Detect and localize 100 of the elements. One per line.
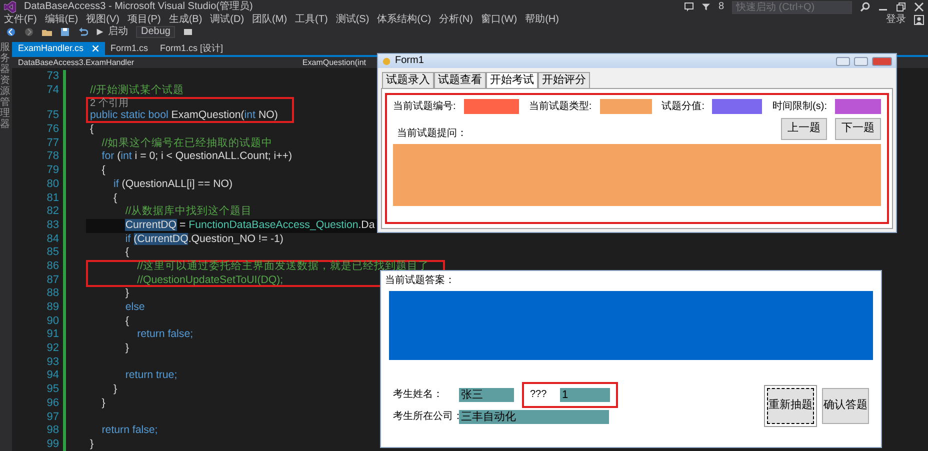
form-tab[interactable]: 试题录入 — [382, 72, 434, 88]
code-line: { — [90, 123, 94, 137]
text-field[interactable]: 三丰自动化 — [459, 410, 609, 424]
menu-item[interactable]: 编辑(E) — [44, 14, 78, 26]
notification-count: 8 — [718, 1, 724, 13]
menu-item[interactable]: 帮助(H) — [525, 14, 559, 26]
forward-icon[interactable] — [24, 27, 34, 37]
menu-item[interactable]: 体系结构(C) — [377, 14, 432, 26]
line-number: 90 — [46, 314, 60, 328]
line-number: 75 — [46, 109, 60, 124]
form-icon — [382, 56, 391, 66]
code-line: //这里可以通过委托给主界面发送数据，就是已经找到题目了 — [136, 260, 429, 274]
line-number: 84 — [46, 232, 60, 246]
code-line: //QuestionUpdateSetToUI(DQ); — [136, 274, 284, 288]
code-line: //从数据库中找到这个题目 — [124, 205, 252, 219]
code-line: for (int i = 0; i < QuestionALL.Count; i++) — [100, 150, 292, 164]
code-line: } — [112, 383, 118, 397]
reference-count[interactable]: 2 个引用 — [90, 99, 128, 110]
menu-item[interactable]: 团队(M) — [252, 14, 288, 26]
menu-item[interactable]: 视图(V) — [86, 14, 120, 26]
member-dropdown[interactable]: ExamQuestion(int — [302, 57, 366, 68]
feedback-icon[interactable] — [684, 2, 694, 12]
menu-item[interactable]: 调试(D) — [210, 14, 244, 26]
code-line: { — [112, 192, 118, 206]
side-panel-tab[interactable]: 服务器资源管理器 — [0, 42, 10, 130]
field-label: 考生所在公司： — [393, 410, 459, 422]
line-number: 98 — [46, 424, 60, 438]
close-button[interactable] — [872, 56, 892, 66]
start-button[interactable]: 启动 — [96, 26, 128, 38]
line-number: 93 — [46, 356, 60, 370]
menu-item[interactable]: 分析(N) — [439, 14, 473, 26]
close-icon[interactable] — [914, 2, 924, 12]
code-line: { — [100, 164, 106, 178]
menu-item[interactable]: 工具(T) — [295, 14, 328, 26]
text-field[interactable]: 张三 — [459, 388, 514, 402]
form-button[interactable]: 确认答题 — [822, 388, 869, 424]
menu-item[interactable]: 项目(P) — [127, 14, 161, 26]
menu-item[interactable]: 窗口(W) — [480, 14, 518, 26]
document-tab[interactable]: Form1.cs [设计] — [154, 42, 230, 55]
line-number: 99 — [46, 438, 60, 451]
form-tab[interactable]: 试题查看 — [434, 72, 486, 88]
code-line: CurrentDQ = FunctionDataBaseAccess_Question.Da — [124, 218, 375, 233]
code-line: } — [124, 342, 129, 356]
form-tab[interactable]: 开始评分 — [538, 72, 590, 88]
menu-item[interactable]: 文件(F) — [4, 14, 37, 26]
line-number: 80 — [46, 178, 60, 192]
field-label: 当前试题答案： — [385, 275, 456, 287]
play-icon — [96, 27, 104, 37]
nav-button[interactable]: 下一题 — [835, 118, 881, 140]
field-label: ??? — [530, 388, 548, 400]
code-line: public static bool ExamQuestion(int NO) — [90, 109, 278, 124]
visual-studio-logo-icon — [4, 1, 16, 13]
line-number: 94 — [46, 369, 60, 384]
code-line: } — [124, 287, 129, 301]
menu-item[interactable]: 生成(B) — [168, 14, 202, 26]
document-tab[interactable]: Form1.cs — [104, 42, 154, 55]
toolbar-icon[interactable] — [183, 27, 194, 37]
line-number: 82 — [46, 205, 60, 219]
filter-icon[interactable] — [702, 2, 710, 12]
field-label: 试题分值: — [662, 100, 704, 112]
search-icon[interactable] — [860, 2, 870, 12]
field-label: 当前试题提问： — [397, 128, 468, 140]
sign-in-link[interactable]: 登录 — [886, 14, 906, 26]
restore-icon[interactable] — [896, 2, 906, 12]
line-number: 87 — [46, 274, 60, 288]
field-label: 考生姓名： — [393, 388, 444, 400]
undo-icon[interactable] — [78, 27, 88, 37]
line-number: 88 — [46, 287, 60, 301]
line-number: 78 — [46, 150, 60, 164]
line-number: 76 — [46, 123, 60, 137]
line-number: 74 — [46, 84, 60, 98]
code-line: //如果这个编号在已经抽取的试题中 — [100, 136, 273, 150]
save-icon[interactable] — [60, 27, 70, 37]
back-icon[interactable] — [6, 27, 16, 37]
document-tab[interactable]: ExamHandler.cs — [12, 42, 105, 55]
user-icon[interactable] — [914, 15, 924, 25]
form-tab[interactable]: 开始考试 — [486, 72, 538, 89]
line-number: 83 — [46, 218, 60, 233]
window-title: DataBaseAccess3 - Microsoft Visual Studio(管理员) — [24, 1, 253, 13]
field-label: 当前试题类型: — [528, 100, 592, 112]
line-number: 97 — [46, 410, 60, 424]
code-line: { — [124, 246, 129, 260]
line-number: 92 — [46, 342, 60, 356]
code-line: { — [124, 314, 129, 328]
line-number: 77 — [46, 136, 60, 150]
code-line: if (CurrentDQ.Question_NO != -1) — [124, 232, 284, 246]
line-number: 73 — [46, 70, 60, 84]
line-number: 86 — [46, 260, 60, 274]
line-number: 91 — [46, 328, 60, 342]
text-field[interactable]: 1 — [560, 388, 610, 402]
folder-icon[interactable] — [42, 27, 52, 37]
class-dropdown[interactable]: DataBaseAccess3.ExamHandler — [18, 57, 134, 68]
code-line: //开始测试某个试题 — [90, 84, 184, 98]
code-line: else — [124, 301, 145, 315]
code-line: } — [100, 396, 106, 410]
configuration-dropdown[interactable]: Debug — [136, 26, 176, 38]
code-line: } — [90, 438, 94, 451]
nav-button[interactable]: 上一题 — [781, 118, 827, 140]
code-line: return false; — [100, 424, 158, 438]
menu-item[interactable]: 测试(S) — [336, 14, 370, 26]
